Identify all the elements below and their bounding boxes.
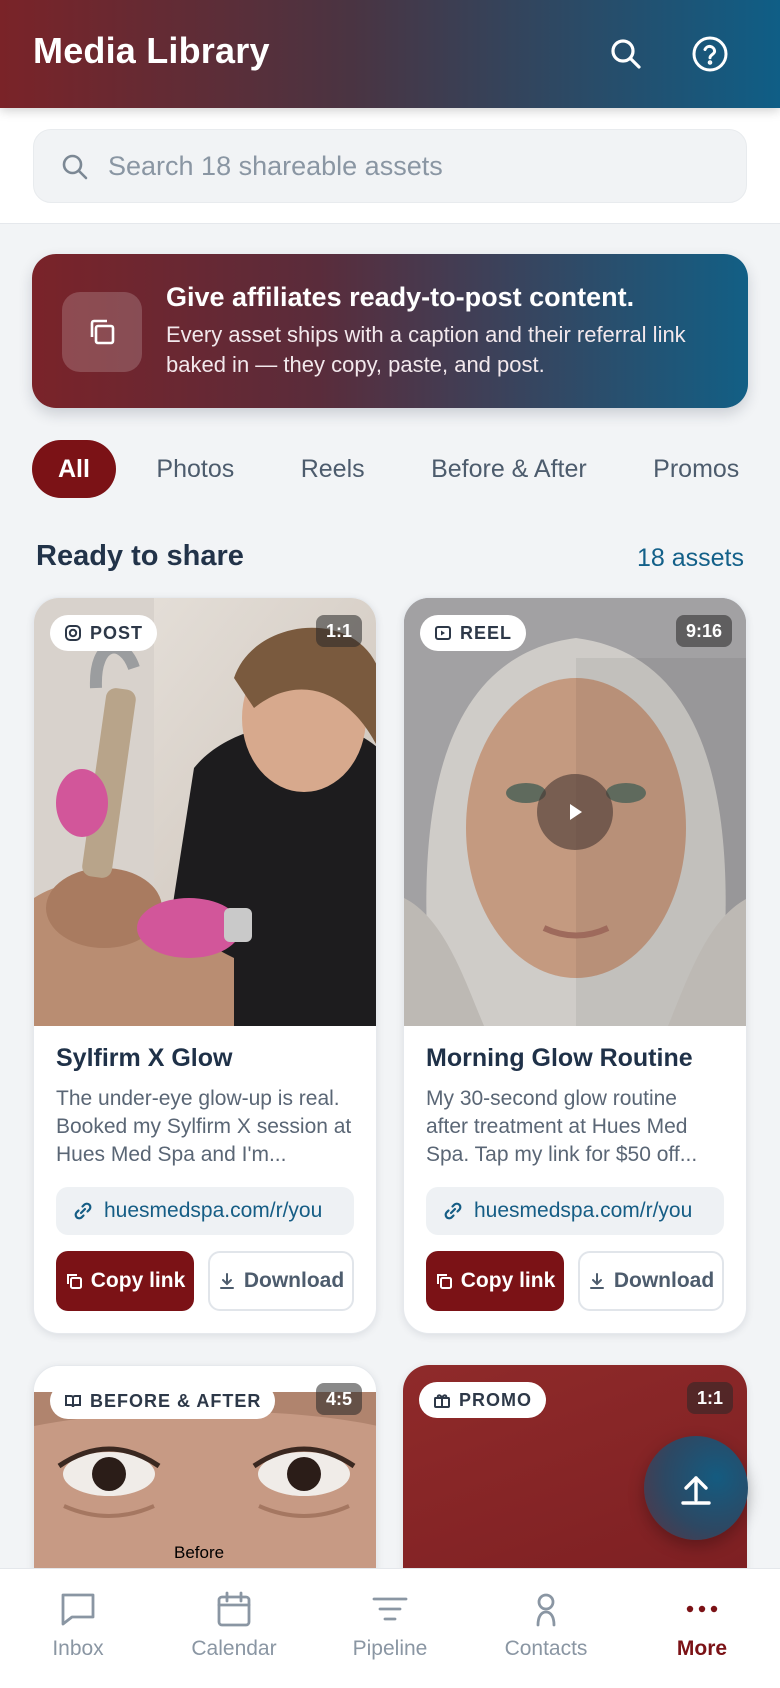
banner-body: Every asset ships with a caption and the… [166, 322, 686, 377]
gift-icon [434, 1394, 450, 1408]
copy-icon [66, 1274, 82, 1289]
video-icon [435, 626, 451, 640]
nav-item-more[interactable]: More [624, 1569, 780, 1688]
chat-icon [61, 1593, 95, 1626]
link-icon [74, 1202, 92, 1220]
link-icon [444, 1202, 462, 1220]
filter-lines-icon [372, 1597, 408, 1621]
calendar-icon [217, 1591, 251, 1627]
search-box[interactable] [33, 129, 747, 203]
download-icon [219, 1273, 234, 1289]
app-bar: Media Library [0, 0, 780, 108]
search-icon [611, 39, 641, 69]
asset-title: Morning Glow Routine [426, 1044, 693, 1072]
banner-title: Give affiliates ready-to-post content. [166, 282, 635, 312]
instagram-icon [65, 625, 81, 641]
search-input[interactable] [108, 130, 728, 202]
search-section [0, 108, 780, 224]
upload-fab[interactable] [644, 1436, 748, 1540]
nav-item-inbox[interactable]: Inbox [0, 1569, 156, 1688]
asset-card[interactable]: REEL 9:16 Morning Glow Routine My 30-sec… [403, 597, 747, 1334]
asset-card[interactable]: POST 1:1 Sylfirm X Glow The under-eye gl… [33, 597, 377, 1334]
help-circle-icon [692, 36, 728, 72]
more-dots-icon [686, 1605, 718, 1613]
asset-caption: My 30-second glow routine after treatmen… [426, 1087, 698, 1166]
page-title: Media Library [33, 30, 270, 71]
person-icon [536, 1593, 556, 1627]
asset-type-badge: PROMO [419, 1382, 547, 1418]
aspect-ratio-badge: 9:16 [675, 615, 732, 647]
upload-icon [681, 1476, 711, 1505]
asset-type-badge: BEFORE & AFTER [50, 1383, 276, 1419]
referral-link[interactable]: huesmedspa.com/r/you [426, 1187, 724, 1235]
asset-video-thumbnail: REEL 9:16 [404, 598, 746, 1026]
copy-icon [62, 292, 142, 372]
play-icon [570, 804, 582, 820]
filter-chips: All Photos Reels Before & After Promos [32, 440, 748, 498]
aspect-ratio-badge: 1:1 [315, 615, 362, 647]
copy-icon [436, 1274, 452, 1289]
book-open-icon [65, 1395, 81, 1408]
filter-chip-before-after[interactable]: Before & After [405, 440, 613, 498]
help-button[interactable] [686, 30, 734, 78]
download-button[interactable]: Download [578, 1251, 724, 1311]
filter-chip-all[interactable]: All [32, 440, 116, 498]
asset-count: 18 assets [636, 544, 744, 572]
section-title: Ready to share [36, 540, 244, 572]
download-icon [589, 1273, 604, 1289]
search-icon [62, 154, 88, 180]
play-button[interactable] [537, 774, 613, 850]
copy-link-button[interactable]: Copy link [56, 1251, 195, 1311]
aspect-ratio-badge: 4:5 [315, 1383, 362, 1415]
photo-treatment-image [34, 598, 376, 1026]
referral-link[interactable]: huesmedspa.com/r/you [56, 1187, 354, 1235]
asset-image: POST 1:1 [34, 598, 376, 1026]
info-banner: Give affiliates ready-to-post content. E… [32, 254, 748, 408]
asset-type-badge: REEL [420, 615, 527, 651]
download-button[interactable]: Download [208, 1251, 354, 1311]
asset-caption: The under-eye glow-up is real. Booked my… [56, 1087, 352, 1166]
nav-item-contacts[interactable]: Contacts [468, 1569, 624, 1688]
nav-item-pipeline[interactable]: Pipeline [312, 1569, 468, 1688]
bottom-navigation: Inbox Calendar Pipeline Contacts More [0, 1568, 780, 1688]
aspect-ratio-badge: 1:1 [686, 1382, 733, 1414]
copy-link-button[interactable]: Copy link [426, 1251, 565, 1311]
filter-chip-promos[interactable]: Promos [627, 440, 748, 498]
nav-item-calendar[interactable]: Calendar [156, 1569, 312, 1688]
asset-type-badge: POST [50, 615, 158, 651]
asset-title: Sylfirm X Glow [56, 1044, 233, 1072]
filter-chip-reels[interactable]: Reels [275, 440, 391, 498]
filter-chip-photos[interactable]: Photos [130, 440, 260, 498]
header-search-button[interactable] [602, 30, 650, 78]
image-caption-before: Before [174, 1543, 225, 1562]
